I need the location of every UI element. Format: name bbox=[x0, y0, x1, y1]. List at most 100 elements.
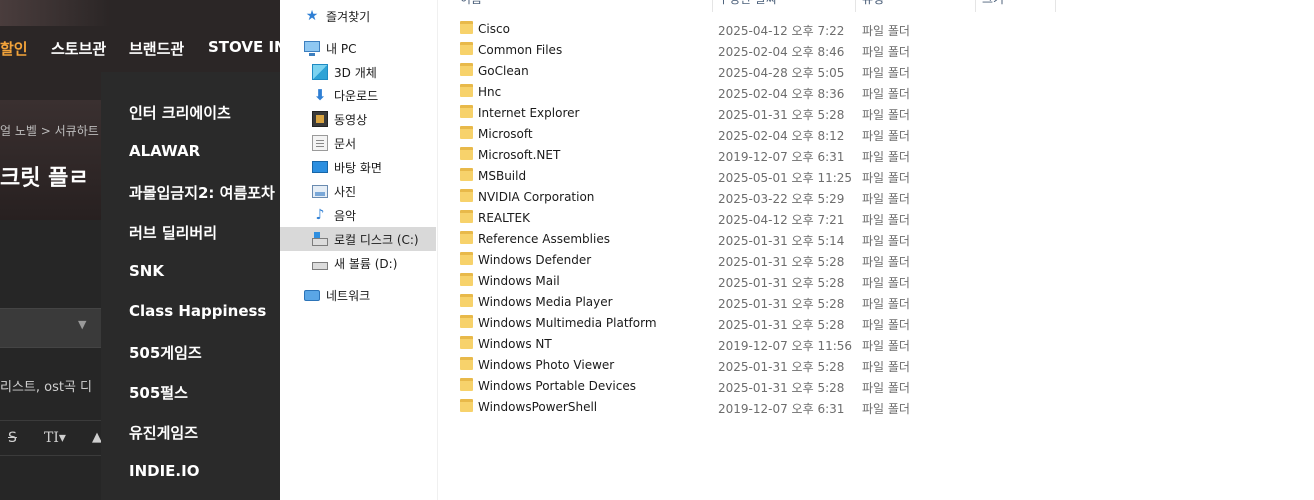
file-modified-date: 2025-02-04 오후 8:36 bbox=[718, 87, 845, 101]
file-name: MSBuild bbox=[478, 169, 527, 183]
file-row[interactable]: Common Files 2025-02-04 오후 8:46 파일 폴더 bbox=[456, 39, 926, 60]
file-row[interactable]: MSBuild 2025-05-01 오후 11:25 파일 폴더 bbox=[456, 165, 926, 186]
folder-icon bbox=[460, 252, 473, 265]
brand-item[interactable]: 인터 크리에이츠 bbox=[129, 102, 231, 123]
brand-dropdown-menu: 인터 크리에이츠 ALAWAR 과몰입금지2: 여름포차 러브 딜리버리 SNK… bbox=[101, 72, 280, 500]
file-modified-date: 2025-04-12 오후 7:21 bbox=[718, 213, 845, 227]
file-modified-date: 2025-04-12 오후 7:22 bbox=[718, 24, 845, 38]
file-name: Windows Photo Viewer bbox=[478, 358, 615, 372]
file-row[interactable]: Windows Mail 2025-01-31 오후 5:28 파일 폴더 bbox=[456, 270, 926, 291]
folder-icon bbox=[460, 336, 473, 349]
column-divider[interactable] bbox=[712, 0, 713, 12]
brand-item[interactable]: INDIE.IO bbox=[129, 462, 199, 480]
font-size-button[interactable]: TI▾ bbox=[44, 430, 66, 446]
chevron-down-icon: ▼ bbox=[78, 318, 87, 331]
file-modified-date: 2025-01-31 오후 5:28 bbox=[718, 297, 845, 311]
file-row[interactable]: Windows Multimedia Platform 2025-01-31 오후… bbox=[456, 312, 926, 333]
nav-item-favorites[interactable]: ★ 즐겨찾기 bbox=[304, 4, 460, 28]
nav-link-stove-indie[interactable]: STOVE IN bbox=[208, 38, 280, 56]
breadcrumb: 얼 노벨 > 서큐하트 bbox=[0, 124, 99, 138]
file-row[interactable]: WindowsPowerShell 2019-12-07 오후 6:31 파일 폴더 bbox=[456, 396, 926, 417]
folder-icon bbox=[460, 378, 473, 391]
file-row[interactable]: Windows NT 2019-12-07 오후 11:56 파일 폴더 bbox=[456, 333, 926, 354]
folder-icon bbox=[460, 210, 473, 223]
file-row[interactable]: Hnc 2025-02-04 오후 8:36 파일 폴더 bbox=[456, 81, 926, 102]
file-row[interactable]: Microsoft.NET 2019-12-07 오후 6:31 파일 폴더 bbox=[456, 144, 926, 165]
brand-item[interactable]: 러브 딜리버리 bbox=[129, 222, 217, 243]
column-divider[interactable] bbox=[1055, 0, 1056, 12]
file-row[interactable]: Cisco 2025-04-12 오후 7:22 파일 폴더 bbox=[456, 18, 926, 39]
file-type: 파일 폴더 bbox=[862, 255, 910, 269]
file-name: Microsoft.NET bbox=[478, 148, 561, 162]
brand-item[interactable]: Class Happiness bbox=[129, 302, 266, 320]
document-icon bbox=[312, 135, 328, 151]
file-modified-date: 2025-02-04 오후 8:12 bbox=[718, 129, 845, 143]
nav-item-label: 다운로드 bbox=[334, 88, 379, 103]
folder-icon bbox=[460, 168, 473, 181]
file-row[interactable]: Windows Portable Devices 2025-01-31 오후 5:… bbox=[456, 375, 926, 396]
nav-item-label: 네트워크 bbox=[326, 288, 371, 303]
nav-item-label: 사진 bbox=[334, 184, 357, 199]
brand-item[interactable]: ALAWAR bbox=[129, 142, 200, 160]
file-modified-date: 2025-03-22 오후 5:29 bbox=[718, 192, 845, 206]
file-name: Windows Multimedia Platform bbox=[478, 316, 657, 330]
nav-banner-art bbox=[0, 0, 110, 26]
file-row[interactable]: Microsoft 2025-02-04 오후 8:12 파일 폴더 bbox=[456, 123, 926, 144]
column-type-header[interactable]: 유형 bbox=[862, 0, 884, 12]
brand-item[interactable]: 유진게임즈 bbox=[129, 422, 198, 443]
column-size-header[interactable]: 크기 bbox=[982, 0, 1004, 12]
file-modified-date: 2025-01-31 오후 5:28 bbox=[718, 255, 845, 269]
file-name: NVIDIA Corporation bbox=[478, 190, 595, 204]
folder-icon bbox=[460, 273, 473, 286]
nav-item-label: 바탕 화면 bbox=[334, 160, 382, 175]
file-type: 파일 폴더 bbox=[862, 213, 910, 227]
local-disk-icon bbox=[312, 232, 328, 246]
folder-icon bbox=[460, 231, 473, 244]
file-type: 파일 폴더 bbox=[862, 45, 910, 59]
brand-item[interactable]: 505게임즈 bbox=[129, 342, 202, 363]
file-type: 파일 폴더 bbox=[862, 150, 910, 164]
column-date-header[interactable]: 수정한 날짜 bbox=[718, 0, 777, 12]
brand-item[interactable]: SNK bbox=[129, 262, 164, 280]
nav-link-store[interactable]: 스토브관 bbox=[51, 38, 106, 59]
brand-item[interactable]: 505펄스 bbox=[129, 382, 188, 403]
file-row[interactable]: Windows Defender 2025-01-31 오후 5:28 파일 폴더 bbox=[456, 249, 926, 270]
nav-link-sale[interactable]: 할인 bbox=[0, 38, 28, 59]
file-name: Internet Explorer bbox=[478, 106, 580, 120]
file-modified-date: 2019-12-07 오후 6:31 bbox=[718, 150, 845, 164]
nav-item-label: 새 볼륨 (D:) bbox=[334, 256, 398, 271]
file-row[interactable]: Reference Assemblies 2025-01-31 오후 5:14 파일… bbox=[456, 228, 926, 249]
nav-link-brand[interactable]: 브랜드관 bbox=[129, 38, 184, 59]
nav-item-this-pc[interactable]: 내 PC bbox=[304, 36, 460, 60]
nav-item-local-disk-c[interactable]: 로컬 디스크 (C:) bbox=[280, 227, 436, 251]
file-type: 파일 폴더 bbox=[862, 318, 910, 332]
file-name: Windows NT bbox=[478, 337, 552, 351]
file-row[interactable]: REALTEK 2025-04-12 오후 7:21 파일 폴더 bbox=[456, 207, 926, 228]
file-list-pane: 이름 수정한 날짜 유형 크기 Cisco 2025-04-12 오후 7:22 파… bbox=[438, 0, 1314, 500]
column-divider[interactable] bbox=[855, 0, 856, 12]
file-name: Common Files bbox=[478, 43, 563, 57]
column-name-header[interactable]: 이름 bbox=[460, 0, 482, 12]
file-modified-date: 2025-01-31 오후 5:28 bbox=[718, 276, 845, 290]
content-area bbox=[0, 220, 101, 500]
file-row[interactable]: Internet Explorer 2025-01-31 오후 5:28 파일 폴더 bbox=[456, 102, 926, 123]
file-row[interactable]: Windows Media Player 2025-01-31 오후 5:28 파일… bbox=[456, 291, 926, 312]
file-modified-date: 2019-12-07 오후 6:31 bbox=[718, 402, 845, 416]
pictures-icon bbox=[312, 184, 328, 198]
file-modified-date: 2019-12-07 오후 11:56 bbox=[718, 339, 853, 353]
strikethrough-button[interactable]: S bbox=[8, 430, 17, 446]
file-row[interactable]: NVIDIA Corporation 2025-03-22 오후 5:29 파일 폴… bbox=[456, 186, 926, 207]
file-row[interactable]: Windows Photo Viewer 2025-01-31 오후 5:28 파일… bbox=[456, 354, 926, 375]
star-icon: ★ bbox=[305, 8, 319, 24]
brand-item[interactable]: 과몰입금지2: 여름포차 bbox=[129, 182, 275, 203]
file-name: Windows Defender bbox=[478, 253, 592, 267]
file-row[interactable]: GoClean 2025-04-28 오후 5:05 파일 폴더 bbox=[456, 60, 926, 81]
file-type: 파일 폴더 bbox=[862, 381, 910, 395]
column-divider[interactable] bbox=[975, 0, 976, 12]
nav-item-label: 즐겨찾기 bbox=[326, 9, 371, 24]
file-modified-date: 2025-01-31 오후 5:28 bbox=[718, 360, 845, 374]
nav-item-label: 문서 bbox=[334, 136, 357, 151]
nav-item-network[interactable]: 네트워크 bbox=[304, 283, 460, 307]
file-type: 파일 폴더 bbox=[862, 66, 910, 80]
file-name: REALTEK bbox=[478, 211, 530, 225]
